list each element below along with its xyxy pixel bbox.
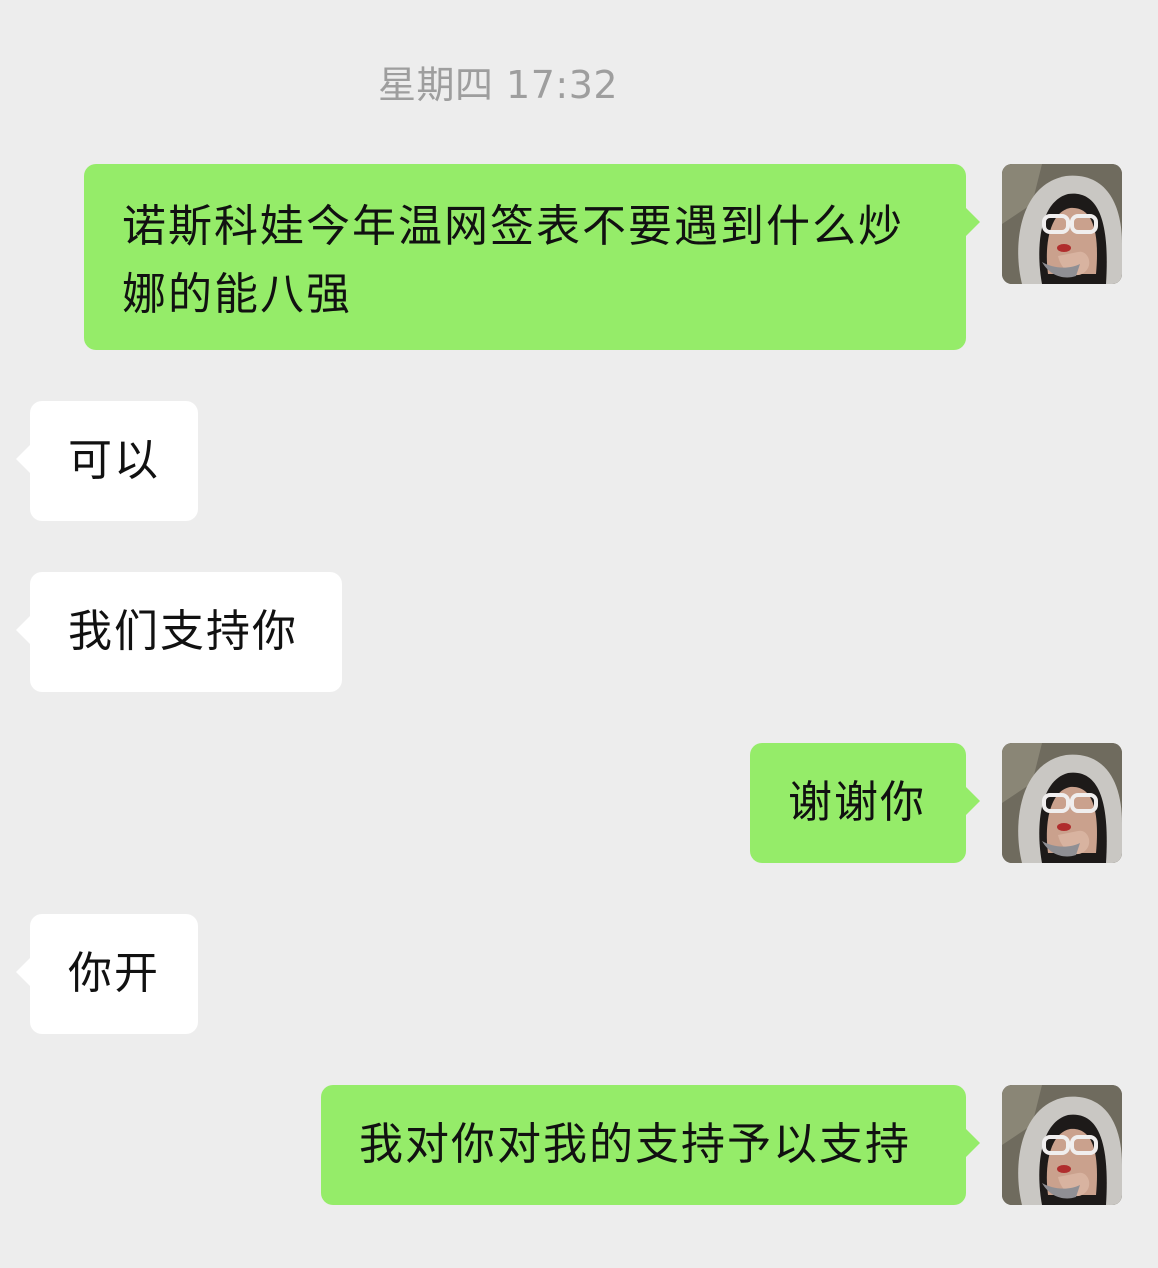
message-text: 我对你对我的支持予以支持 <box>359 1119 911 1170</box>
avatar-icon <box>1002 1085 1122 1205</box>
message-text: 谢谢你 <box>788 777 926 828</box>
message-bubble-sent[interactable]: 诺斯科娃今年温网签表不要遇到什么炒娜的能八强 <box>84 164 980 350</box>
message-bubble-received[interactable]: 你开 <box>16 914 198 1034</box>
avatar[interactable] <box>1002 164 1122 284</box>
chat-timestamp: 星期四 17:32 <box>377 63 619 107</box>
message-bubble-received[interactable]: 可以 <box>16 401 198 521</box>
message-bubble-sent[interactable]: 谢谢你 <box>750 743 980 863</box>
message-text: 诺斯科娃今年温网签表不要遇到什么炒娜的能八强 <box>122 201 904 320</box>
avatar[interactable] <box>1002 1085 1122 1205</box>
avatar-icon <box>1002 743 1122 863</box>
avatar[interactable] <box>1002 743 1122 863</box>
avatar-icon <box>1002 164 1122 284</box>
message-bubble-sent[interactable]: 我对你对我的支持予以支持 <box>321 1085 980 1205</box>
message-bubble-received[interactable]: 我们支持你 <box>16 572 342 692</box>
message-text: 你开 <box>68 948 160 999</box>
message-text: 可以 <box>68 435 160 486</box>
message-text: 我们支持你 <box>68 606 298 657</box>
